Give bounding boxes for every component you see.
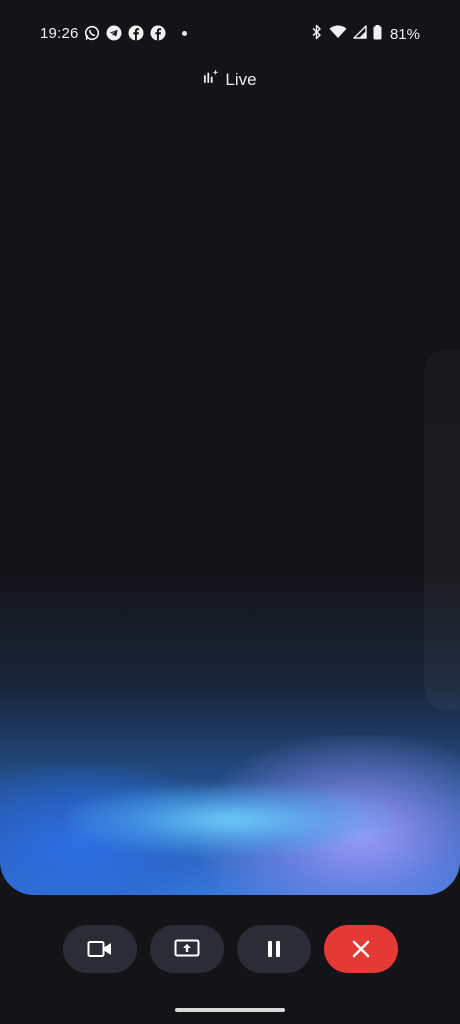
system-icons: 81% xyxy=(311,24,420,45)
battery-icon xyxy=(373,24,382,45)
camera-button[interactable] xyxy=(62,925,137,973)
pause-icon xyxy=(266,940,282,958)
wifi-icon xyxy=(329,25,347,44)
end-button[interactable] xyxy=(323,925,398,973)
facebook-icon xyxy=(150,25,166,41)
video-camera-icon xyxy=(87,939,113,959)
call-controls xyxy=(0,925,460,973)
whatsapp-icon xyxy=(84,25,100,41)
pause-button[interactable] xyxy=(236,925,311,973)
share-screen-button[interactable] xyxy=(149,925,224,973)
side-sheet-handle[interactable] xyxy=(424,350,460,710)
live-header: Live xyxy=(0,68,460,92)
live-title: Live xyxy=(225,70,257,89)
telegram-icon xyxy=(106,25,122,41)
live-visualizer xyxy=(0,100,460,895)
battery-percent: 81% xyxy=(389,26,420,43)
gemini-live-screen: 19:26 81% Live xyxy=(0,0,460,1024)
more-notifications-dot xyxy=(182,30,187,36)
screen-share-icon xyxy=(174,938,200,960)
status-time: 19:26 xyxy=(40,25,79,42)
home-indicator[interactable] xyxy=(175,1008,285,1012)
glow-center xyxy=(70,785,390,855)
notification-icons xyxy=(84,25,187,41)
close-icon xyxy=(352,940,370,958)
facebook-icon xyxy=(128,25,144,41)
signal-icon xyxy=(353,25,367,44)
status-bar: 19:26 81% xyxy=(0,0,460,68)
bluetooth-icon xyxy=(311,24,323,45)
gemini-live-icon xyxy=(203,69,219,92)
